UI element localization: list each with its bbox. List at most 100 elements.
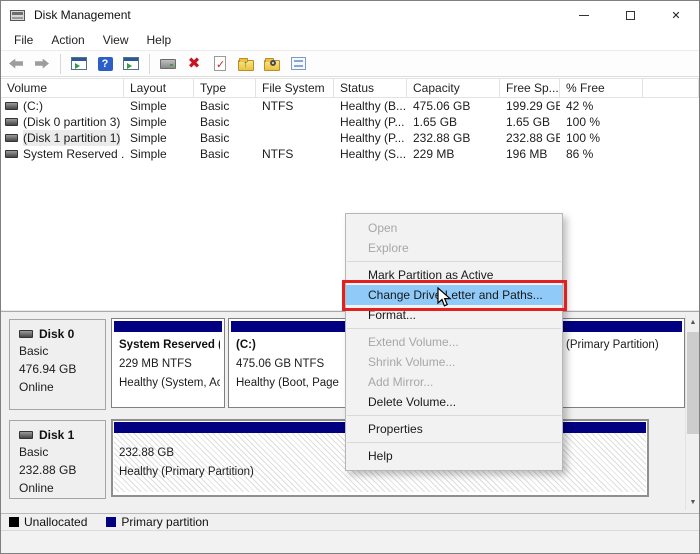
table-row[interactable]: System Reserved ...SimpleBasicNTFSHealth…	[1, 146, 699, 162]
disk-icon	[19, 431, 33, 439]
menubar-item-action[interactable]: Action	[42, 31, 93, 49]
volume-name: (Disk 0 partition 3)	[23, 114, 120, 130]
disk-header-disk-0[interactable]: Disk 0Basic476.94 GBOnline	[9, 319, 106, 410]
disk-status: Online	[19, 479, 105, 497]
partition-line1: System Reserved (D	[119, 336, 220, 355]
menubar-item-view[interactable]: View	[94, 31, 138, 49]
volume-cell: System Reserved ...	[1, 146, 124, 162]
folder-search-icon[interactable]	[262, 54, 282, 74]
free-cell: 196 MB	[500, 146, 560, 162]
status-cell: Healthy (P...	[334, 114, 407, 130]
pct-cell: 100 %	[560, 130, 643, 146]
pct-cell: 86 %	[560, 146, 643, 162]
menu-item-add-mirror: Add Mirror...	[346, 372, 562, 392]
toolbar: ? ✖ ↑	[1, 50, 699, 77]
partition-color-band	[114, 321, 222, 332]
menubar-item-file[interactable]: File	[5, 31, 42, 49]
type-cell: Basic	[194, 114, 256, 130]
close-button[interactable]: ✕	[653, 1, 699, 29]
disk-management-app-icon	[10, 9, 26, 22]
menu-item-properties[interactable]: Properties	[346, 419, 562, 439]
disk-size: 476.94 GB	[19, 360, 105, 378]
pct-cell: 42 %	[560, 98, 643, 114]
fs-cell: NTFS	[256, 146, 334, 162]
free-cell: 199.29 GB	[500, 98, 560, 114]
capacity-cell: 475.06 GB	[407, 98, 500, 114]
column-header-free-sp-[interactable]: Free Sp...	[500, 79, 560, 97]
column-header-layout[interactable]: Layout	[124, 79, 194, 97]
volume-cell: (Disk 0 partition 3)	[1, 114, 124, 130]
menubar-item-help[interactable]: Help	[138, 31, 181, 49]
disk-name: Disk 0	[39, 327, 74, 341]
close-icon: ✕	[671, 9, 680, 22]
column-header-filler	[643, 79, 699, 97]
partition-box[interactable]: (Primary Partition)	[558, 318, 685, 408]
scrollbar-thumb[interactable]	[687, 332, 699, 434]
volume-name: (C:)	[23, 98, 43, 114]
capacity-cell: 232.88 GB	[407, 130, 500, 146]
fs-cell: NTFS	[256, 98, 334, 114]
type-cell: Basic	[194, 98, 256, 114]
scroll-up-icon[interactable]: ▲	[686, 315, 700, 330]
fs-cell	[256, 114, 334, 130]
table-row[interactable]: (Disk 1 partition 1)SimpleBasicHealthy (…	[1, 130, 699, 146]
volume-drive-icon	[5, 150, 18, 158]
filler-cell	[643, 114, 699, 130]
column-header-file-system[interactable]: File System	[256, 79, 334, 97]
column-header-%-free[interactable]: % Free	[560, 79, 643, 97]
drive-icon[interactable]	[158, 54, 178, 74]
maximize-button[interactable]	[607, 1, 653, 29]
partition-line3: Healthy (System, Acti	[119, 374, 220, 393]
vertical-scrollbar[interactable]: ▲ ▼	[685, 315, 699, 510]
disk-title: Disk 1	[19, 426, 105, 443]
help-icon[interactable]: ?	[95, 54, 115, 74]
menu-separator	[347, 261, 561, 262]
title-bar: Disk Management ✕	[1, 1, 699, 29]
console-window-icon[interactable]	[69, 54, 89, 74]
column-header-capacity[interactable]: Capacity	[407, 79, 500, 97]
free-cell: 232.88 GB	[500, 130, 560, 146]
menu-bar: FileActionViewHelp	[1, 29, 699, 50]
legend-label: Unallocated	[24, 515, 87, 529]
status-cell: Healthy (P...	[334, 130, 407, 146]
column-header-status[interactable]: Status	[334, 79, 407, 97]
properties-list-icon[interactable]	[288, 54, 308, 74]
disk-type: Basic	[19, 342, 105, 360]
delete-icon[interactable]: ✖	[184, 54, 204, 74]
partition-line3: (Primary Partition)	[566, 336, 680, 355]
free-cell: 1.65 GB	[500, 114, 560, 130]
layout-cell: Simple	[124, 98, 194, 114]
partition-box[interactable]: System Reserved (D229 MB NTFSHealthy (Sy…	[111, 318, 225, 408]
column-header-type[interactable]: Type	[194, 79, 256, 97]
minimize-button[interactable]	[561, 1, 607, 29]
volume-cell: (C:)	[1, 98, 124, 114]
legend-swatch	[106, 517, 116, 527]
menu-separator	[347, 442, 561, 443]
window-title: Disk Management	[34, 8, 131, 22]
filler-cell	[643, 146, 699, 162]
pct-cell: 100 %	[560, 114, 643, 130]
partition-text: (Primary Partition)	[561, 332, 682, 355]
menu-item-delete-volume[interactable]: Delete Volume...	[346, 392, 562, 412]
scroll-down-icon[interactable]: ▼	[686, 495, 700, 510]
fs-cell	[256, 130, 334, 146]
back-icon[interactable]	[6, 54, 26, 74]
disk-type: Basic	[19, 443, 105, 461]
table-row[interactable]: (Disk 0 partition 3)SimpleBasicHealthy (…	[1, 114, 699, 130]
folder-up-icon[interactable]: ↑	[236, 54, 256, 74]
layout-cell: Simple	[124, 146, 194, 162]
console-show-icon[interactable]	[121, 54, 141, 74]
table-row[interactable]: (C:)SimpleBasicNTFSHealthy (B...475.06 G…	[1, 98, 699, 114]
disk-header-disk-1[interactable]: Disk 1Basic232.88 GBOnline	[9, 420, 106, 499]
status-bar	[1, 530, 699, 553]
volume-drive-icon	[5, 102, 18, 110]
partition-line2: 229 MB NTFS	[119, 355, 220, 374]
forward-icon[interactable]	[32, 54, 52, 74]
column-header-volume[interactable]: Volume	[1, 79, 124, 97]
check-document-icon[interactable]	[210, 54, 230, 74]
toolbar-separator	[149, 54, 150, 74]
legend-bar: UnallocatedPrimary partition	[1, 513, 699, 530]
menu-item-help[interactable]: Help	[346, 446, 562, 466]
menu-item-shrink-volume: Shrink Volume...	[346, 352, 562, 372]
volume-drive-icon	[5, 134, 18, 142]
